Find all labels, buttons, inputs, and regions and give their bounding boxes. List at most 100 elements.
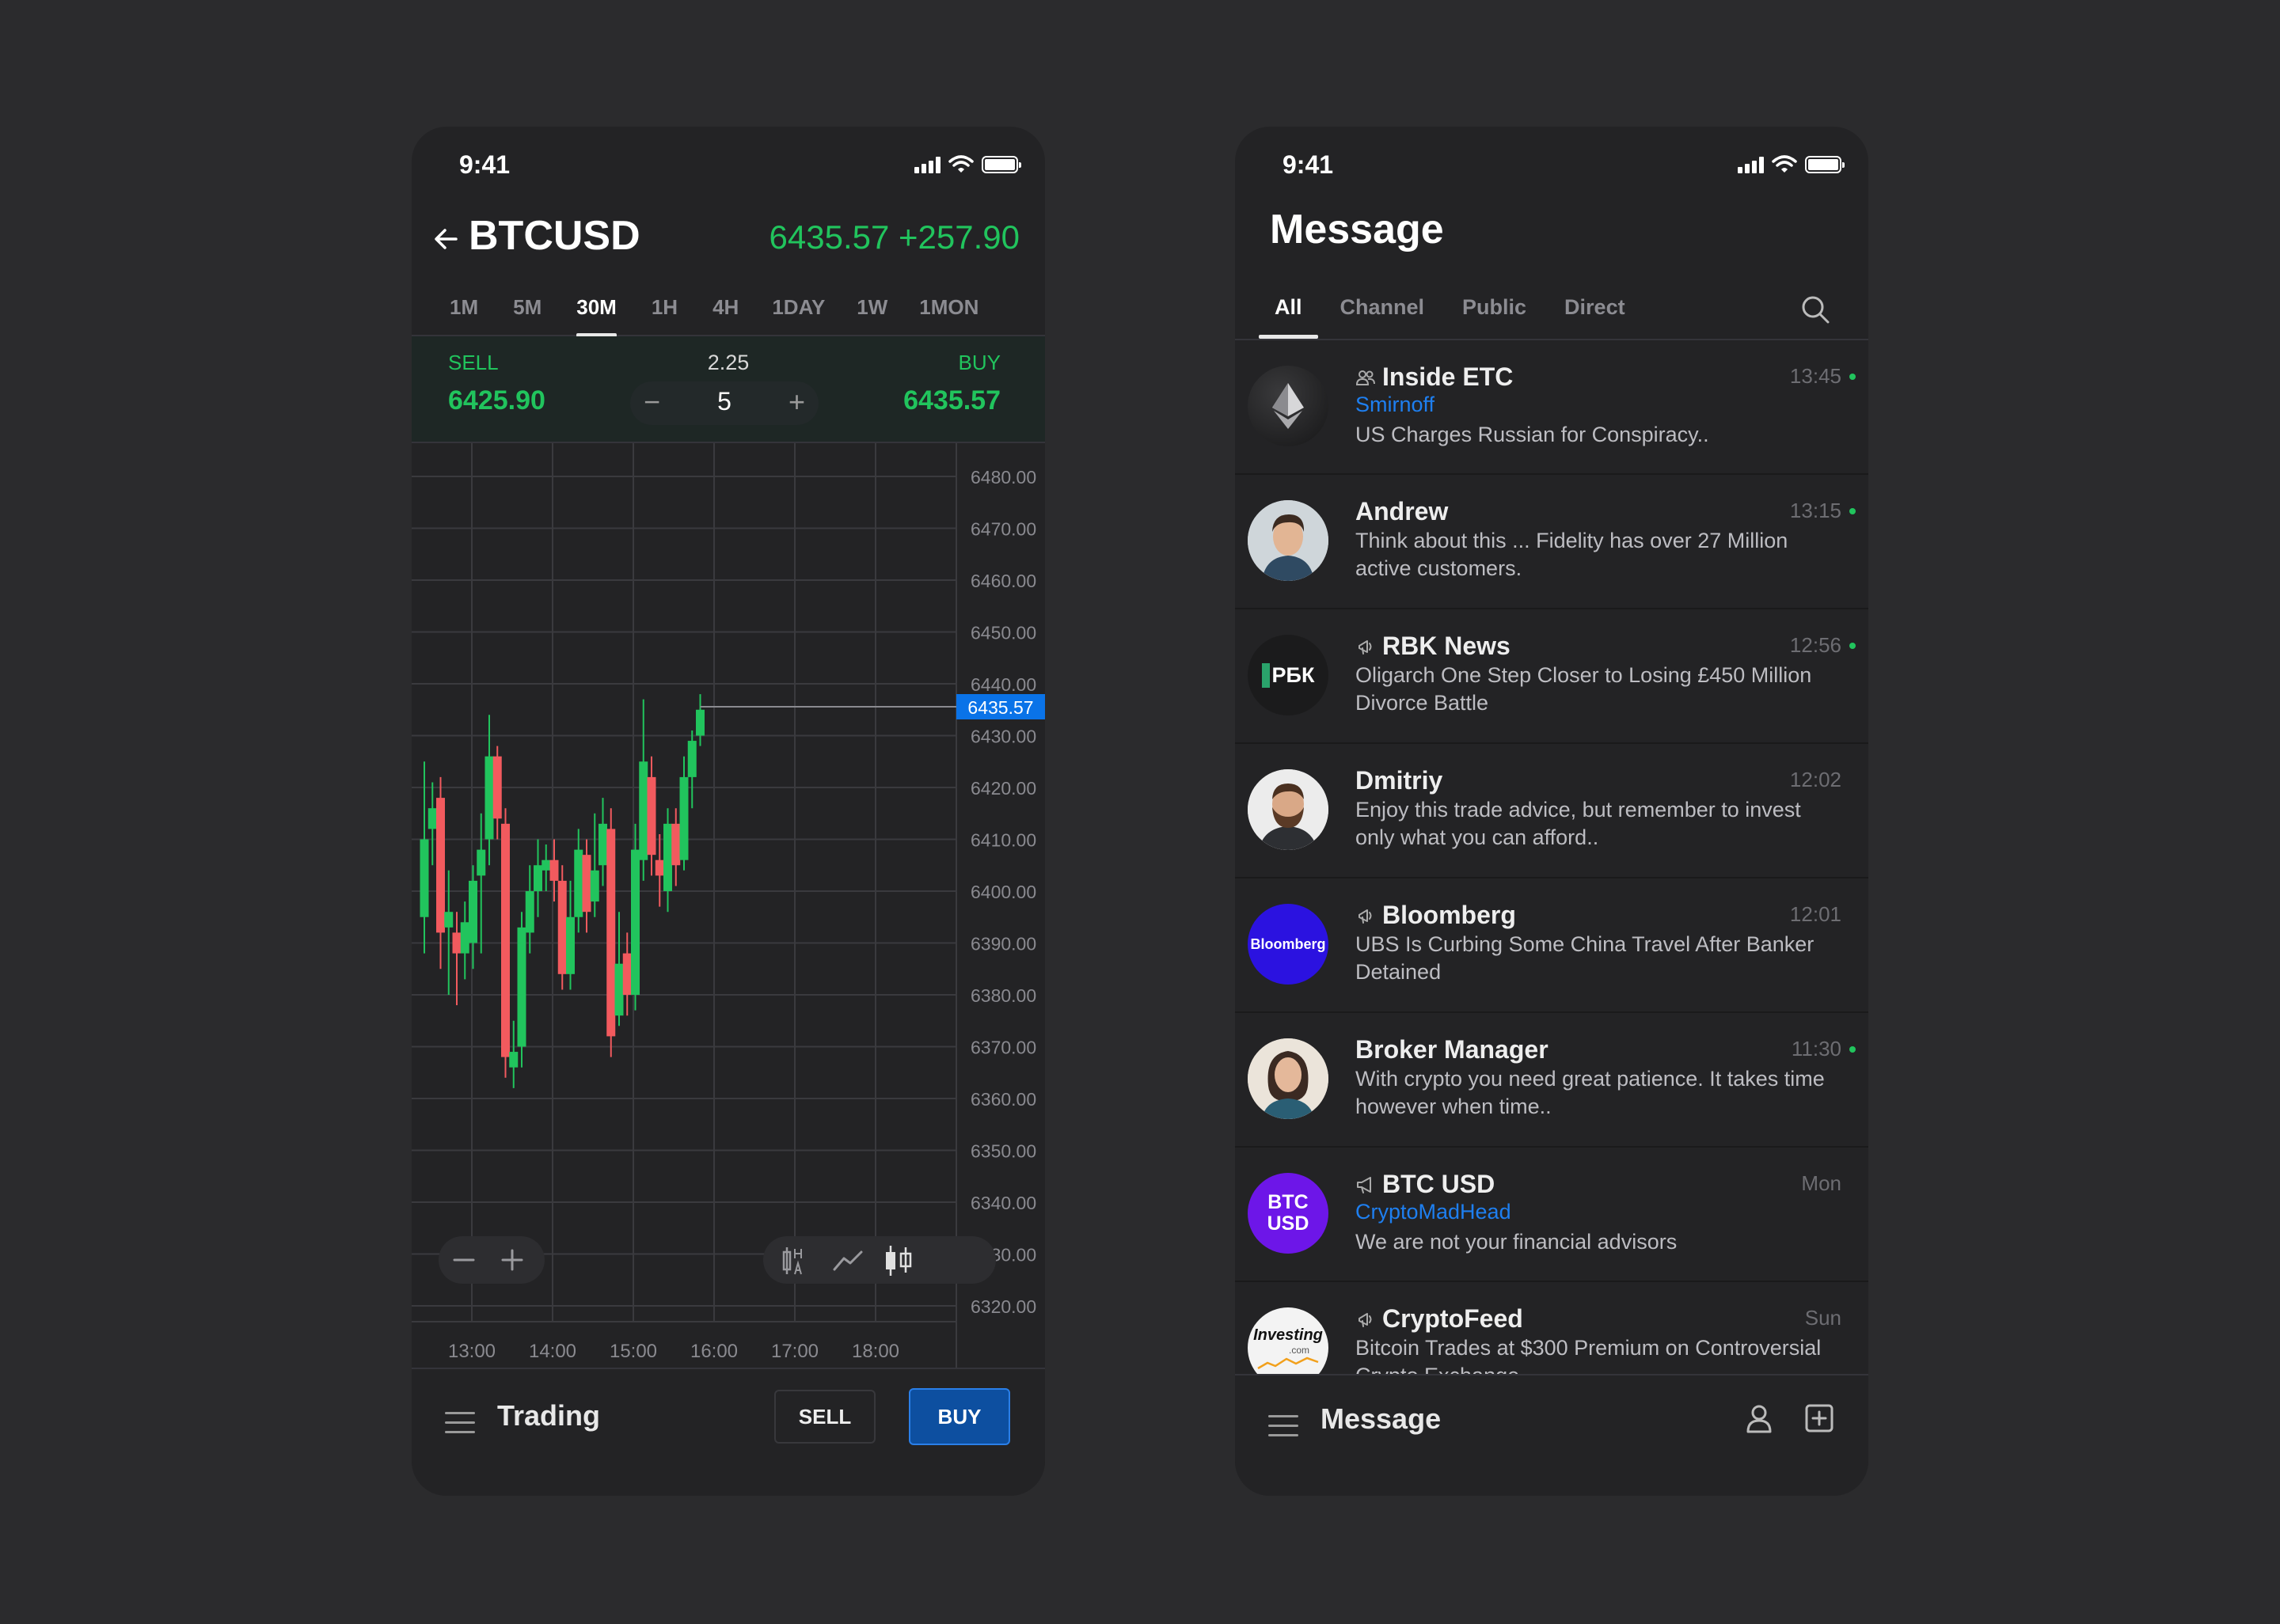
candle[interactable] — [663, 808, 672, 913]
message-item[interactable]: Inside ETC 13:45 Smirnoff US Charges Russia… — [1235, 340, 1868, 475]
candle-body — [655, 859, 664, 876]
message-item[interactable]: Broker Manager 11:30 With crypto you need … — [1235, 1013, 1868, 1148]
message-name: BTC USD — [1382, 1170, 1495, 1198]
candle[interactable] — [525, 865, 534, 954]
message-name-row: Bloomberg — [1355, 901, 1516, 930]
back-arrow-icon[interactable] — [428, 218, 467, 258]
tab-timeframe-1day[interactable]: 1DAY — [756, 280, 841, 336]
status-time: 9:41 — [1282, 150, 1334, 179]
candle-body — [477, 849, 486, 876]
candle[interactable] — [509, 1020, 519, 1088]
message-item[interactable]: Andrew 13:15 Think about this ... Fidelity… — [1235, 475, 1868, 609]
tab-timeframe-30m[interactable]: 30M — [559, 280, 634, 337]
candle-body — [549, 859, 559, 881]
menu-icon[interactable] — [1268, 1415, 1298, 1439]
candle[interactable] — [639, 699, 648, 881]
increment-button[interactable]: + — [775, 381, 819, 425]
candle[interactable] — [631, 823, 640, 1011]
unread-dot — [1849, 643, 1856, 649]
candle[interactable] — [549, 839, 559, 902]
candle[interactable] — [598, 798, 607, 886]
megaphone-icon — [1357, 1176, 1371, 1193]
candle[interactable] — [428, 782, 437, 866]
new-message-icon[interactable] — [1803, 1402, 1835, 1434]
candle[interactable] — [501, 808, 510, 1078]
candle[interactable] — [574, 829, 583, 933]
message-name-row: CryptoFeed — [1355, 1304, 1523, 1334]
message-item[interactable]: Bloomberg Bloomberg 12:01 UBS Is Curbing So… — [1235, 878, 1868, 1013]
tab-timeframe-4h[interactable]: 4H — [695, 280, 756, 336]
message-name-row: Dmitriy — [1355, 766, 1442, 795]
candle[interactable] — [606, 808, 616, 1057]
candle[interactable] — [452, 912, 462, 1006]
trading-header: BTCUSD 6435.57 +257.90 — [412, 206, 1045, 281]
candle[interactable] — [557, 865, 567, 990]
channel-icon — [1358, 1312, 1372, 1327]
buy-price[interactable]: 6435.57 — [903, 385, 1001, 416]
tab-timeframe-1h[interactable]: 1H — [634, 280, 695, 336]
candle-body — [469, 880, 477, 943]
candle[interactable] — [590, 813, 599, 917]
group-icon — [1355, 370, 1375, 385]
candle[interactable] — [566, 880, 575, 990]
current-price-label: 6435.57 — [967, 697, 1033, 718]
tab-timeframe-5m[interactable]: 5M — [496, 280, 559, 336]
search-icon[interactable] — [1800, 294, 1830, 324]
candle[interactable] — [436, 776, 445, 969]
message-author[interactable]: Smirnoff — [1355, 393, 1434, 417]
candle[interactable] — [622, 932, 632, 1016]
candle[interactable] — [517, 912, 526, 1068]
candle[interactable] — [679, 756, 689, 871]
candle[interactable] — [582, 839, 591, 933]
sell-button[interactable]: SELL — [774, 1390, 876, 1444]
message-name: Broker Manager — [1355, 1035, 1548, 1064]
candle[interactable] — [492, 746, 502, 840]
candle[interactable] — [614, 912, 624, 1026]
candle[interactable] — [534, 839, 542, 917]
candle[interactable] — [671, 808, 681, 886]
candle-body — [582, 855, 591, 913]
candle-body — [492, 756, 502, 819]
tab-timeframe-1mon[interactable]: 1MON — [903, 280, 994, 336]
avatar — [1248, 366, 1328, 446]
tab-timeframe-1m[interactable]: 1M — [432, 280, 496, 336]
message-item[interactable]: Investing .com CryptoFeed Sun Bitcoin Trades… — [1235, 1282, 1868, 1374]
menu-icon[interactable] — [445, 1412, 475, 1436]
tab-channel[interactable]: Channel — [1321, 275, 1444, 339]
buy-button[interactable]: BUY — [909, 1388, 1010, 1445]
tab-timeframe-1w[interactable]: 1W — [841, 280, 903, 336]
symbol-title: BTCUSD — [469, 213, 640, 259]
y-tick-label: 6360.00 — [971, 1089, 1036, 1110]
tab-public[interactable]: Public — [1443, 275, 1545, 339]
message-name: RBK News — [1382, 632, 1510, 660]
candle[interactable] — [655, 833, 664, 907]
candle[interactable] — [460, 901, 469, 980]
candlestick-chart[interactable]: 6480.00 6470.00 6460.00 6450.00 6440.00 6430.… — [412, 443, 1045, 1401]
candle[interactable] — [696, 694, 705, 746]
candle[interactable] — [647, 756, 656, 876]
x-tick-label: 15:00 — [610, 1341, 657, 1362]
candle-body — [614, 963, 624, 1016]
tab-all[interactable]: All — [1256, 275, 1321, 339]
message-author[interactable]: CryptoMadHead — [1355, 1200, 1511, 1224]
message-item[interactable]: Dmitriy 12:02 Enjoy this trade advice, but… — [1235, 744, 1868, 878]
avatar — [1248, 769, 1328, 850]
message-item[interactable]: BTC USD BTC USD Mon CryptoMadHead We are not… — [1235, 1148, 1868, 1282]
message-name-row: Inside ETC — [1355, 362, 1513, 392]
candle[interactable] — [687, 730, 697, 809]
message-name: CryptoFeed — [1382, 1304, 1523, 1333]
candle[interactable] — [444, 870, 454, 995]
candle[interactable] — [469, 865, 477, 969]
y-tick-label: 6450.00 — [971, 623, 1036, 643]
tab-direct[interactable]: Direct — [1545, 275, 1644, 339]
trading-bottom-bar: Trading SELL BUY — [412, 1368, 1045, 1496]
candle[interactable] — [484, 715, 494, 866]
candle[interactable] — [420, 761, 429, 954]
candle[interactable] — [477, 813, 486, 954]
message-preview: US Charges Russian for Conspiracy.. — [1355, 423, 1709, 446]
message-item[interactable]: РБК RBK News 12:56 Oligarch One Step Closer… — [1235, 609, 1868, 744]
avatar: РБК — [1248, 635, 1328, 715]
sell-price[interactable]: 6425.90 — [448, 385, 545, 416]
candle[interactable] — [542, 844, 551, 891]
user-icon[interactable] — [1743, 1402, 1775, 1434]
